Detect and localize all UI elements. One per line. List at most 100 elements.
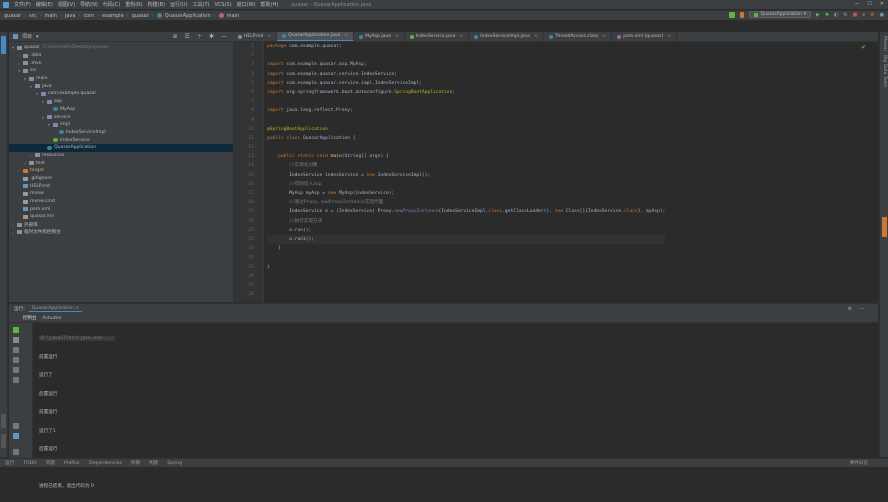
code-line[interactable]: IndexService indexService = new IndexSer… <box>267 171 665 180</box>
code-line[interactable]: //通过Proxy.newProxyInstance实现代理 <box>267 198 665 207</box>
code-line[interactable]: //执行实现方法 <box>267 217 665 226</box>
code-line[interactable]: @SpringBootApplication <box>267 125 665 134</box>
tree-node[interactable]: ▾ asp <box>9 98 233 106</box>
status-run[interactable]: 运行 <box>5 460 14 466</box>
menu-window[interactable]: 窗口(W) <box>237 1 256 8</box>
close-tab-icon[interactable]: × <box>267 34 271 39</box>
coverage-icon[interactable]: ◐ <box>834 12 838 18</box>
menu-build[interactable]: 构建(B) <box>148 1 165 8</box>
profile-icon[interactable]: ↻ <box>843 12 847 18</box>
tree-node[interactable]: › test <box>9 159 233 167</box>
menu-refactor[interactable]: 重构(R) <box>125 1 142 8</box>
tree-node[interactable]: › 外部库 <box>9 221 233 229</box>
tree-node[interactable]: › 临时文件和控制台 <box>9 229 233 237</box>
status-terminal[interactable]: 终端 <box>131 460 140 466</box>
rerun-icon[interactable] <box>13 327 19 333</box>
code-line[interactable]: //得到切入asp <box>267 180 665 189</box>
breadcrumb-item[interactable]: quasar <box>132 13 149 19</box>
breadcrumb-item[interactable]: quasar <box>4 13 21 19</box>
code-line[interactable]: public class QuasarApplication { <box>267 134 665 143</box>
debug-icon[interactable]: ✹ <box>825 12 829 18</box>
code-line[interactable]: MyAsp myAsp = new MyAsp(indexService); <box>267 189 665 198</box>
close-tab-icon[interactable]: × <box>667 34 671 39</box>
breadcrumb-item[interactable]: com <box>83 13 94 19</box>
gear-icon[interactable]: ⚙ <box>848 307 852 312</box>
event-log[interactable]: 事件日志 <box>850 460 868 466</box>
code-line[interactable] <box>267 97 665 106</box>
code-line[interactable] <box>267 272 665 281</box>
maximize-icon[interactable]: ☐ <box>867 1 871 7</box>
status-build[interactable]: 构建 <box>149 460 158 466</box>
menu-edit[interactable]: 编辑(E) <box>36 1 53 8</box>
back-arrow-icon[interactable] <box>740 11 745 18</box>
expand-icon[interactable]: ÷ <box>197 33 202 40</box>
code-line[interactable]: import java.lang.reflect.Proxy; <box>267 106 665 115</box>
down-arrow-icon[interactable] <box>13 357 19 363</box>
menu-tools[interactable]: 工具(T) <box>193 1 210 8</box>
tree-node[interactable]: QuasarApplication <box>9 143 233 152</box>
breadcrumb-item[interactable]: QuasarApplication <box>165 13 211 19</box>
close-tab-icon[interactable]: × <box>602 34 606 39</box>
tree-node[interactable]: › resources <box>9 152 233 160</box>
code-line[interactable]: package com.example.quasar; <box>267 42 665 51</box>
project-tool-icon[interactable] <box>1 36 6 54</box>
pin-icon[interactable] <box>13 423 19 429</box>
run-config-select[interactable]: QuasarApplication ▾ <box>749 11 811 18</box>
up-arrow-icon[interactable] <box>13 347 19 353</box>
tree-node[interactable]: ▾ src <box>9 67 233 75</box>
tree-node[interactable]: ▾ quasar C:\Users\xfn\Desktop\quasar <box>9 44 233 52</box>
stop-icon[interactable]: ■ <box>853 12 858 18</box>
hammer-icon[interactable] <box>729 11 736 18</box>
wrench-icon[interactable] <box>13 337 19 343</box>
close-tab-icon[interactable]: × <box>534 34 538 39</box>
code-line[interactable]: public static void main(String[] args) { <box>267 152 665 161</box>
code-editor[interactable]: 1 2 3 4 5 6 7 8 9 10 11 12 13 14 15 16 17 18 19 20 21 22 23 24 2… <box>233 42 878 302</box>
gear-icon[interactable]: ✱ <box>209 33 214 40</box>
favorites-tool-icon[interactable] <box>1 434 6 448</box>
maven-tool[interactable]: Maven <box>882 36 887 51</box>
run-tab[interactable]: QuasarApplication × <box>28 306 83 312</box>
code-line[interactable] <box>267 143 665 152</box>
hide-icon[interactable]: — <box>221 33 227 40</box>
tree-node[interactable]: IndexService <box>9 136 233 144</box>
close-icon[interactable]: ✕ <box>880 1 884 7</box>
settings-icon[interactable]: ⚙ <box>870 12 874 18</box>
plugin-icon[interactable]: ● <box>880 12 884 18</box>
code-line[interactable] <box>267 281 665 290</box>
stop-icon[interactable] <box>13 367 19 373</box>
code-line[interactable]: } <box>267 244 665 253</box>
menu-code[interactable]: 代码(C) <box>103 1 120 8</box>
menu-view[interactable]: 视图(V) <box>58 1 75 8</box>
tree-node[interactable]: ▾ main <box>9 75 233 83</box>
editor-tab[interactable]: MyAsp.java × <box>354 32 405 41</box>
code-area[interactable]: package com.example.quasar; import com.ex… <box>267 42 666 299</box>
run-icon[interactable]: ▶ <box>816 12 820 18</box>
menu-file[interactable]: 文件(F) <box>14 1 31 8</box>
breadcrumb-item[interactable]: main <box>44 13 57 19</box>
code-line[interactable]: //实例化对象 <box>267 161 665 170</box>
editor-tab[interactable]: ThreadAccess.class × <box>544 32 613 41</box>
editor-tab[interactable]: IndexServiceImpl.java × <box>469 32 544 41</box>
editor-tab[interactable]: QuasarApplication.java × <box>277 32 355 41</box>
code-line[interactable] <box>267 253 665 262</box>
settings-icon[interactable] <box>13 433 19 439</box>
tree-node[interactable]: ▾ com.example.quasar <box>9 90 233 98</box>
tree-node[interactable]: › .mvn <box>9 59 233 67</box>
search-icon[interactable]: ⌕ <box>862 12 865 18</box>
tree-node[interactable]: ▾ impl <box>9 121 233 129</box>
code-line[interactable] <box>267 116 665 125</box>
chevron-down-icon[interactable]: ▾ <box>36 34 39 40</box>
tree-node[interactable]: MyAsp <box>9 106 233 114</box>
layout-icon[interactable] <box>13 377 19 383</box>
breadcrumb-item[interactable]: java <box>65 13 75 19</box>
structure-tool-icon[interactable] <box>1 414 6 428</box>
code-line[interactable]: o.run1(); <box>267 234 666 245</box>
menu-vcs[interactable]: VCS(S) <box>215 2 232 8</box>
status-todo[interactable]: TODO <box>23 461 37 466</box>
code-line[interactable] <box>267 51 665 60</box>
close-tab-icon[interactable]: × <box>395 34 399 39</box>
status-spring[interactable]: Spring <box>167 461 182 466</box>
breadcrumb-item[interactable]: main <box>227 13 240 19</box>
menu-help[interactable]: 帮助(H) <box>261 1 279 8</box>
tree-node[interactable]: .gitignore <box>9 175 233 183</box>
